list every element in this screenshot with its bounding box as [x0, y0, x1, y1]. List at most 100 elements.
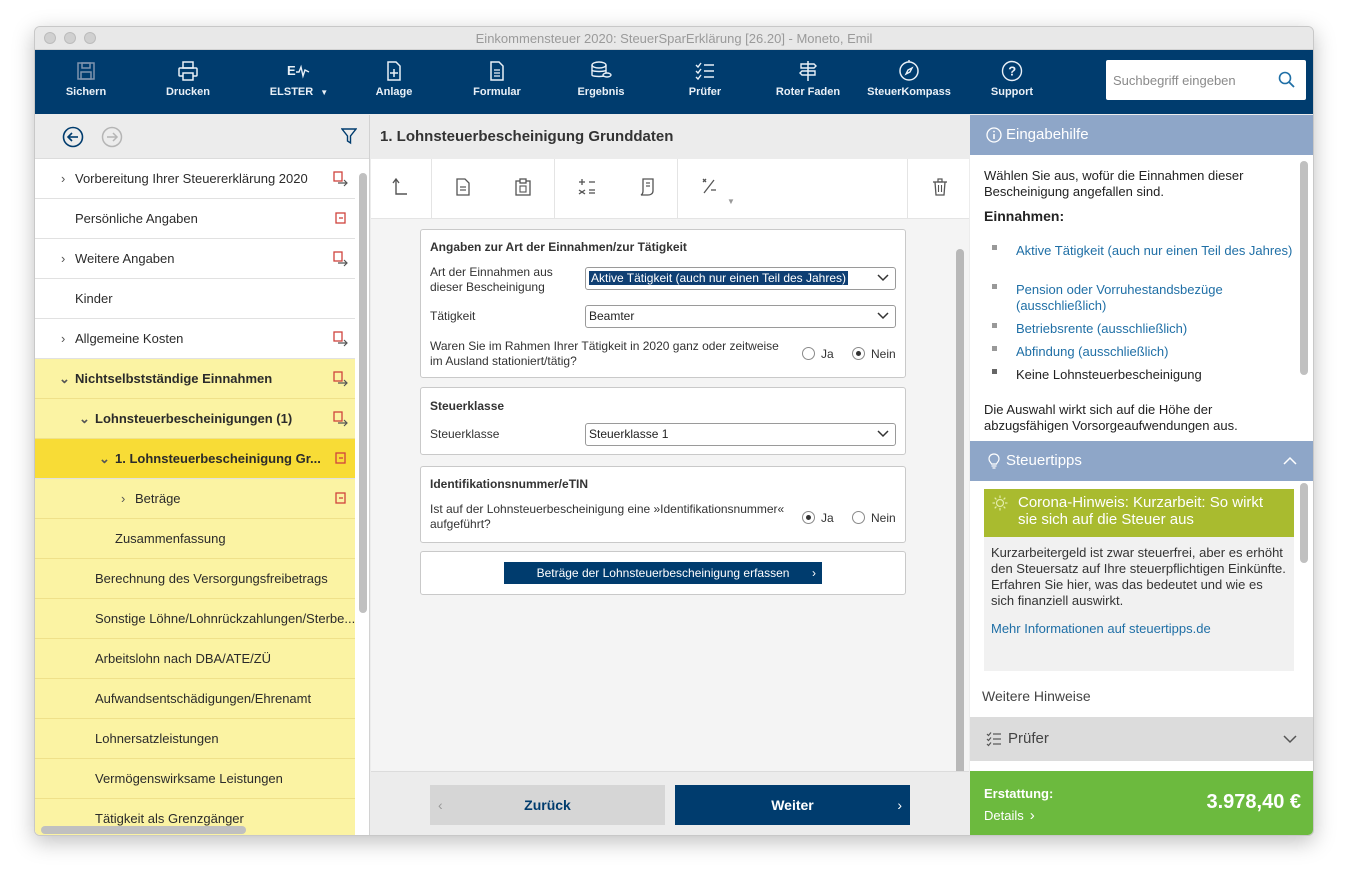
help-link-aktive-taetigkeit[interactable]: Aktive Tätigkeit (auch nur einen Teil de…	[1016, 243, 1296, 259]
formular-button[interactable]: Formular	[463, 50, 531, 114]
taetigkeit-select[interactable]: Beamter	[585, 305, 896, 328]
ausland-nein-radio[interactable]: Nein	[852, 347, 896, 361]
arrow-up-left-icon[interactable]	[391, 177, 409, 197]
clipboard-icon[interactable]	[514, 177, 532, 197]
id-ja-radio[interactable]: Ja	[802, 511, 834, 525]
support-button[interactable]: ? Support	[981, 50, 1043, 114]
calculator-icon[interactable]	[577, 177, 597, 197]
help-scrollbar[interactable]	[1300, 161, 1308, 375]
sidebar-item-label: Vermögenswirksame Leistungen	[95, 771, 283, 786]
svg-text:?: ?	[1008, 64, 1016, 79]
section-heading: Identifikationsnummer/eTIN	[430, 477, 589, 491]
sidebar-item-allgemeine-kosten[interactable]: › Allgemeine Kosten	[35, 319, 355, 359]
sidebar-item-persoenliche-angaben[interactable]: Persönliche Angaben	[35, 199, 355, 239]
elster-button[interactable]: E ELSTER ▼	[263, 50, 335, 114]
sidebar-item-lohnsteuerbescheinigung-1[interactable]: ⌄ 1. Lohnsteuerbescheinigung Gr...	[35, 439, 355, 479]
minimize-window-button[interactable]	[64, 32, 76, 44]
ausland-question: Waren Sie im Rahmen Ihrer Tätigkeit in 2…	[430, 339, 779, 368]
art-der-einnahmen-select[interactable]: Aktive Tätigkeit (auch nur einen Teil de…	[585, 267, 896, 290]
tipp-card-text: Kurzarbeitergeld ist zwar steuerfrei, ab…	[991, 545, 1286, 608]
edit-arrow-icon	[333, 411, 348, 427]
id-nein-radio[interactable]: Nein	[852, 511, 896, 525]
roter-faden-button[interactable]: Roter Faden	[768, 50, 848, 114]
details-link[interactable]: Details ›	[984, 807, 1035, 824]
sidebar-item-label: Lohnersatzleistungen	[95, 731, 219, 746]
section-steuerklasse: Steuerklasse Steuerklasse Steuerklasse 1	[420, 387, 906, 455]
close-window-button[interactable]	[44, 32, 56, 44]
print-button[interactable]: Drucken	[157, 50, 219, 114]
select-value: Aktive Tätigkeit (auch nur einen Teil de…	[589, 271, 849, 285]
pruefer-label: Prüfer	[688, 86, 722, 98]
pruefer-button[interactable]: Prüfer	[671, 50, 739, 114]
trash-icon[interactable]	[932, 177, 948, 197]
sidebar-item-lohnsteuerbescheinigungen[interactable]: ⌄ Lohnsteuerbescheinigungen (1)	[35, 399, 355, 439]
sidebar-item-versorgungsfreibetrag[interactable]: Berechnung des Versorgungsfreibetrags	[35, 559, 355, 599]
sidebar-item-kinder[interactable]: Kinder	[35, 279, 355, 319]
sidebar-header	[35, 115, 369, 159]
percent-icon[interactable]	[700, 177, 718, 197]
chevron-right-icon: ›	[812, 566, 816, 580]
form-icon	[490, 61, 504, 81]
sidebar-horizontal-scrollbar[interactable]	[41, 826, 246, 834]
zoom-window-button[interactable]	[84, 32, 96, 44]
search-input[interactable]	[1106, 60, 1266, 100]
main-vertical-scrollbar[interactable]	[956, 249, 964, 794]
separator	[907, 159, 908, 219]
chevron-down-icon	[877, 430, 889, 438]
sidebar-item-weitere-angaben[interactable]: › Weitere Angaben	[35, 239, 355, 279]
steuerklasse-select[interactable]: Steuerklasse 1	[585, 423, 896, 446]
sidebar-item-aufwandsentschaedigungen[interactable]: Aufwandsentschädigungen/Ehrenamt	[35, 679, 355, 719]
sidebar-item-zusammenfassung[interactable]: Zusammenfassung	[35, 519, 355, 559]
filter-icon[interactable]	[341, 128, 357, 145]
sidebar-item-label: Persönliche Angaben	[75, 211, 198, 226]
elster-icon: E	[287, 63, 310, 79]
form-icon-bar: ▼	[371, 159, 969, 219]
help-icon: ?	[1001, 60, 1023, 82]
bullet	[992, 323, 997, 328]
help-einnahmen-heading: Einnahmen:	[984, 208, 1065, 224]
roter-faden-label: Roter Faden	[775, 86, 841, 98]
separator	[554, 159, 555, 219]
steuerkompass-button[interactable]: SteuerKompass	[863, 50, 955, 114]
receipt-icon[interactable]	[638, 177, 656, 197]
help-link-abfindung[interactable]: Abfindung (ausschließlich)	[1016, 344, 1296, 360]
steuertipps-header[interactable]: Steuertipps	[970, 441, 1313, 481]
bullet	[992, 245, 997, 250]
back-arrow-icon[interactable]	[62, 126, 84, 148]
document-icon[interactable]	[455, 177, 471, 197]
chevron-down-icon[interactable]: ▼	[727, 197, 735, 206]
pruefer-panel-header[interactable]: Prüfer	[970, 717, 1313, 761]
sidebar-item-nichtselbststaendige-einnahmen[interactable]: ⌄ Nichtselbstständige Einnahmen	[35, 359, 355, 399]
edit-arrow-icon	[333, 331, 348, 347]
sidebar-item-vorbereitung[interactable]: › Vorbereitung Ihrer Steuererklärung 2020	[35, 159, 355, 199]
eingabehilfe-header[interactable]: Eingabehilfe	[970, 115, 1313, 155]
back-button[interactable]: ‹ Zurück	[430, 785, 665, 825]
save-button[interactable]: Sichern	[55, 50, 117, 114]
help-link-pension[interactable]: Pension oder Vorruhestandsbezüge (aussch…	[1016, 282, 1296, 314]
tipps-scrollbar[interactable]	[1300, 483, 1308, 563]
steuertipps-body: Corona-Hinweis: Kurzarbeit: So wirkt sie…	[970, 481, 1313, 717]
next-button[interactable]: Weiter ›	[675, 785, 910, 825]
bullet	[992, 284, 997, 289]
ausland-ja-radio[interactable]: Ja	[802, 347, 834, 361]
sidebar-item-sonstige-loehne[interactable]: Sonstige Löhne/Lohnrückzahlungen/Sterbe.…	[35, 599, 355, 639]
tipp-card-link[interactable]: Mehr Informationen auf steuertipps.de	[984, 609, 1294, 636]
signpost-icon	[799, 61, 817, 81]
sidebar-item-arbeitslohn-dba[interactable]: Arbeitslohn nach DBA/ATE/ZÜ	[35, 639, 355, 679]
ergebnis-button[interactable]: Ergebnis	[567, 50, 635, 114]
forward-arrow-icon[interactable]	[101, 126, 123, 148]
sidebar-item-betraege[interactable]: › Beträge	[35, 479, 355, 519]
svg-text:E: E	[287, 63, 296, 78]
chevron-up-icon[interactable]	[1283, 456, 1297, 465]
chevron-down-icon[interactable]	[1283, 735, 1297, 744]
anlage-button[interactable]: Anlage	[363, 50, 425, 114]
sidebar-item-label: Beträge	[135, 491, 181, 506]
search-icon[interactable]	[1278, 71, 1296, 89]
sidebar-item-label: Berechnung des Versorgungsfreibetrags	[95, 571, 328, 586]
sidebar-item-label: 1. Lohnsteuerbescheinigung Gr...	[115, 451, 321, 466]
sidebar-item-vermoegenswirksame-leistungen[interactable]: Vermögenswirksame Leistungen	[35, 759, 355, 799]
help-link-betriebsrente[interactable]: Betriebsrente (ausschließlich)	[1016, 321, 1296, 337]
betraege-erfassen-button[interactable]: Beträge der Lohnsteuerbescheinigung erfa…	[504, 562, 822, 584]
sidebar-vertical-scrollbar[interactable]	[359, 173, 367, 613]
sidebar-item-lohnersatzleistungen[interactable]: Lohnersatzleistungen	[35, 719, 355, 759]
